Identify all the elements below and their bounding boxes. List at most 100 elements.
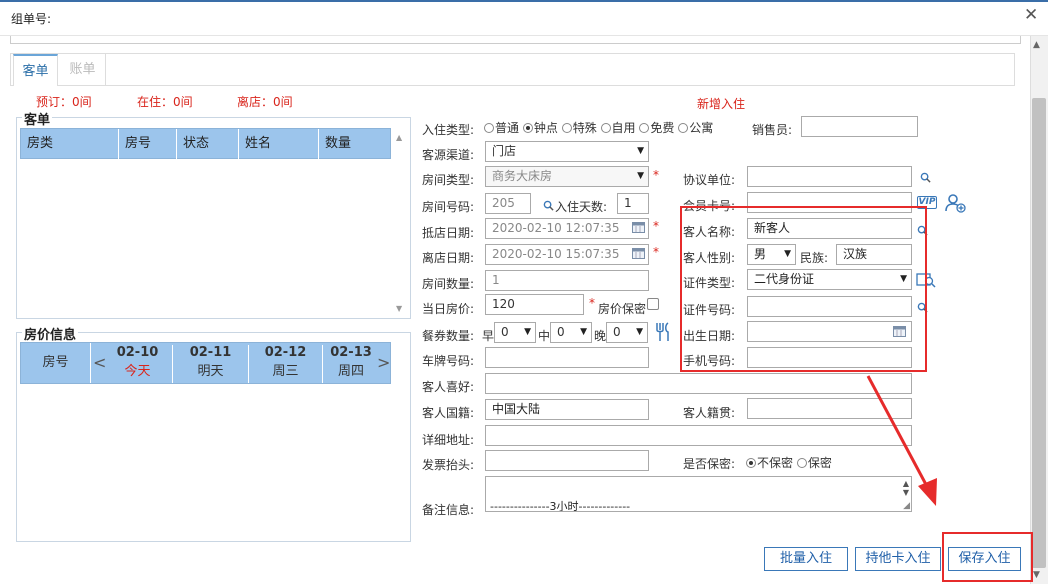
reserved-count: 预订：0间 [36,95,92,109]
remark-textarea[interactable]: ---------------3小时------------- ▲ ▼ ◢ [485,476,912,512]
column-header[interactable]: 房类 [21,129,119,159]
room-count-input[interactable]: 1 [485,270,649,291]
radio-label: 保密 [807,456,832,470]
scroll-up-icon[interactable]: ▲ [1033,40,1040,50]
id-type-select[interactable]: 二代身份证 [747,269,912,290]
day-label: 周四 [337,364,364,379]
other-card-checkin-button[interactable]: 持他卡入住 [855,547,941,571]
radio-not-confidential[interactable] [746,458,756,468]
calendar-icon[interactable] [632,221,645,233]
required-mark: * [589,296,595,310]
lunch-select[interactable]: 0 [550,322,592,343]
column-header[interactable]: 数量 [319,129,391,159]
utensils-icon[interactable] [654,322,672,342]
radio-normal[interactable] [484,123,494,133]
arrive-date-input[interactable]: 2020-02-10 12:07:35 [485,218,649,239]
tab-guest-order[interactable]: 客单 [13,54,58,86]
radio-self-use[interactable] [600,123,611,133]
radio-confidential[interactable] [796,458,807,468]
radio-free[interactable] [639,123,650,133]
column-header[interactable]: 房号 [119,129,177,159]
address-input[interactable] [485,425,912,446]
room-price-title: 房价信息 [22,324,79,343]
calendar-icon[interactable] [893,325,906,337]
radio-hourly[interactable] [522,123,533,133]
member-card-input[interactable] [747,192,912,213]
vip-icon[interactable]: VIP [917,196,937,209]
day-label: 明天 [197,364,224,379]
id-no-input[interactable] [747,296,912,317]
room-no-header: 房号 [21,343,91,383]
room-no-input[interactable]: 205 [485,193,531,214]
list-scroll-up-icon[interactable]: ▲ [396,133,402,142]
dialog-titlebar [0,2,1048,36]
ethnic-label: 民族: [800,251,829,265]
column-header[interactable]: 状态 [177,129,239,159]
hobby-input[interactable] [485,373,912,394]
salesperson-label: 销售员: [752,123,793,137]
radio-special[interactable] [561,123,572,133]
radio-label: 普通 [495,121,520,135]
guest-name-label: 客人名称: [683,225,736,239]
rate-secret-label: 房价保密 [598,302,647,316]
nationality-label: 客人国籍: [422,406,475,420]
agreement-label: 协议单位: [683,173,736,187]
calendar-icon[interactable] [632,247,645,259]
radio-apartment[interactable] [678,123,689,133]
list-scroll-down-icon[interactable]: ▼ [396,304,402,313]
tab-bar [10,53,1015,86]
date-label: 02-11 [189,345,232,360]
save-checkin-button[interactable]: 保存入住 [948,547,1021,571]
column-header[interactable]: 姓名 [239,129,319,159]
checkin-type-label: 入住类型: [422,123,475,137]
guest-list-title: 客单 [22,109,53,128]
invoice-input[interactable] [485,450,649,471]
phone-input[interactable] [747,347,912,368]
dinner-select[interactable]: 0 [606,322,648,343]
scrollbar-thumb[interactable] [1032,98,1046,568]
search-icon[interactable] [920,172,931,183]
breakfast-label: 早 [482,329,495,343]
radio-label: 公寓 [689,121,714,135]
source-select[interactable]: 门店 [485,141,649,162]
date-label: 02-13 [330,345,372,360]
remark-label: 备注信息: [422,503,475,517]
day-label: 周三 [272,364,299,379]
next-arrow-icon[interactable]: > [377,353,390,372]
nationality-input[interactable]: 中国大陆 [485,399,649,420]
scroll-down-icon[interactable]: ▼ [1033,570,1040,580]
rate-input[interactable]: 120 [485,294,584,315]
plate-label: 车牌号码: [422,354,475,368]
add-user-icon[interactable] [944,193,966,213]
date-label: 02-12 [264,345,307,360]
search-icon[interactable] [917,225,928,236]
room-type-select[interactable]: 商务大床房 [485,166,649,187]
gender-select[interactable]: 男 [747,244,796,265]
dinner-label: 晚 [594,329,607,343]
checkin-type-group: 普通 钟点 特殊 自用 免费 公寓 [484,119,713,136]
breakfast-select[interactable]: 0 [494,322,536,343]
source-label: 客源渠道: [422,148,475,162]
day-label: 今天 [124,364,151,379]
days-input[interactable]: 1 [617,193,649,214]
search-icon[interactable] [917,302,928,313]
search-icon[interactable] [543,200,554,211]
member-card-label: 会员卡号: [683,199,736,213]
plate-input[interactable] [485,347,649,368]
tab-bill[interactable]: 账单 [60,54,106,86]
ethnic-input[interactable]: 汉族 [836,244,912,265]
radio-label: 不保密 [757,456,794,470]
native-place-label: 客人籍贯: [683,406,736,420]
salesperson-input[interactable] [801,116,918,137]
guest-name-input[interactable]: 新客人 [747,218,912,239]
agreement-input[interactable] [747,166,912,187]
required-mark: * [653,219,659,233]
rate-secret-checkbox[interactable] [647,298,659,310]
days-label: 入住天数: [555,200,608,214]
birth-date-input[interactable] [747,321,912,342]
batch-checkin-button[interactable]: 批量入住 [764,547,848,571]
close-icon[interactable]: ✕ [1024,5,1038,25]
id-scan-icon[interactable] [916,272,936,288]
top-strip [10,36,1021,44]
depart-date-input[interactable]: 2020-02-10 15:07:35 [485,244,649,265]
